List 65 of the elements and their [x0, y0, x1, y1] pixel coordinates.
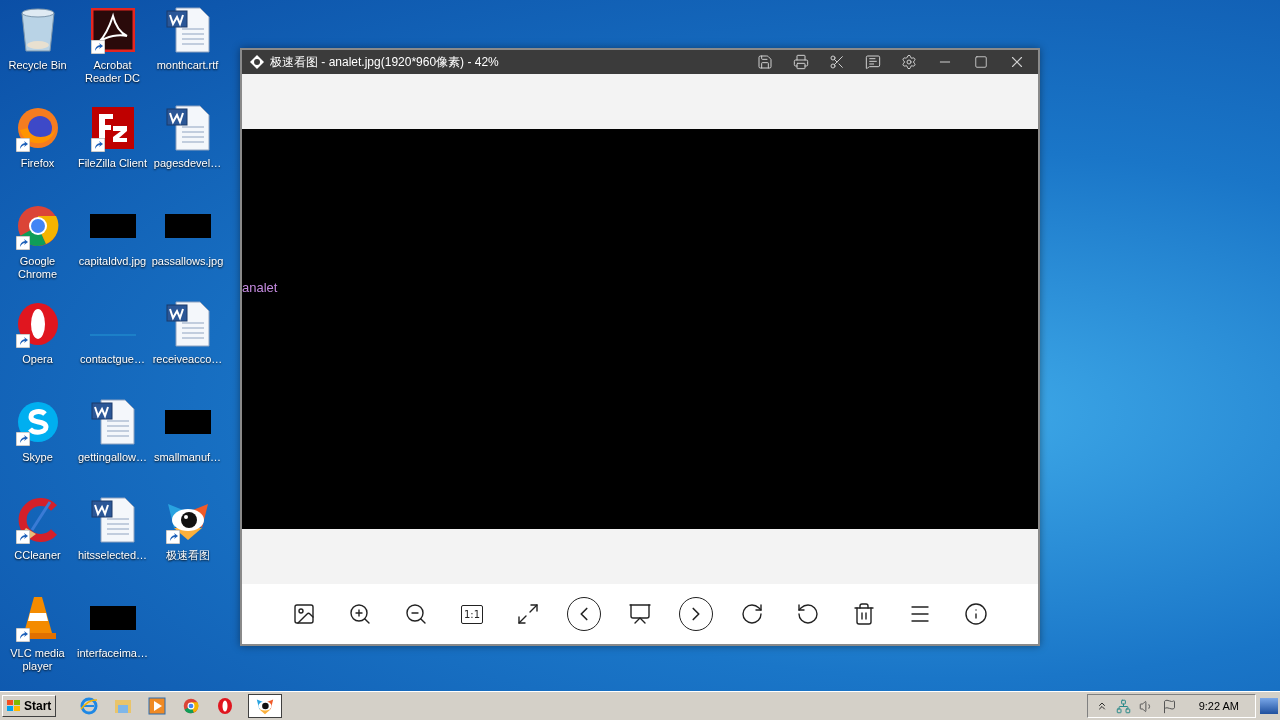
zoom-out-icon[interactable] [404, 602, 428, 626]
image-thumbnail-icon [89, 606, 136, 630]
rotate-counterclockwise-icon[interactable] [796, 602, 820, 626]
windows-logo-icon [6, 699, 22, 713]
rotate-clockwise-icon[interactable] [740, 602, 764, 626]
desktop-icon-label[interactable]: receiveacco… [152, 353, 223, 366]
chrome-icon [15, 204, 60, 248]
desktop-icon-label[interactable]: monthcart.rtf [156, 59, 219, 72]
image-thumbnail-icon [89, 214, 136, 238]
filezilla-icon [90, 106, 135, 150]
window-title: 极速看图 - analet.jpg(1920*960像素) - 42% [270, 53, 500, 71]
expand-arrows-icon[interactable] [516, 602, 540, 626]
desktop-icon-label[interactable]: VLC media player [10, 647, 65, 673]
printer-icon[interactable] [793, 54, 809, 70]
acrobat-icon [90, 8, 135, 52]
desktop-icon-label[interactable]: Firefox [20, 157, 55, 170]
show-desktop-button[interactable] [1260, 698, 1278, 714]
document-icon [165, 105, 210, 151]
document-icon [165, 301, 210, 347]
zoom-in-icon[interactable] [348, 602, 372, 626]
opera-icon[interactable] [217, 697, 233, 715]
clock: 9:22 AM [1198, 700, 1239, 712]
skype-icon [15, 400, 60, 444]
info-icon[interactable] [964, 602, 988, 626]
image-thumbnail-icon [164, 214, 211, 238]
maximize-icon[interactable] [974, 55, 988, 69]
desktop-icon-label[interactable]: pagesdevel… [153, 157, 222, 170]
desktop-icon-label[interactable]: CCleaner [14, 549, 61, 562]
desktop-icon-label[interactable]: Acrobat Reader DC [85, 59, 140, 85]
firefox-icon [15, 106, 60, 150]
save-icon[interactable] [757, 54, 773, 70]
desktop-icon-label[interactable]: contactgue… [80, 353, 145, 366]
media-player-icon[interactable] [148, 697, 166, 715]
desktop-icon-label[interactable]: smallmanuf… [153, 451, 222, 464]
slideshow-icon[interactable] [628, 602, 652, 626]
taskbar-button[interactable] [248, 694, 282, 718]
network-icon[interactable] [1115, 698, 1131, 714]
flag-icon[interactable] [1161, 698, 1177, 714]
opera-icon [15, 302, 60, 346]
document-icon [90, 399, 135, 445]
desktop-icon-label[interactable]: FileZilla Client [77, 157, 148, 170]
start-button[interactable]: Start [2, 695, 56, 717]
desktop-icon-label[interactable]: passallows.jpg [151, 255, 224, 268]
settings-icon[interactable] [901, 54, 917, 70]
desktop-icon-label[interactable]: hitsselected… [77, 549, 148, 562]
desktop-icon-label[interactable]: Skype [22, 451, 53, 464]
image-icon[interactable] [292, 602, 316, 626]
comment-icon[interactable] [865, 54, 881, 70]
document-icon [90, 497, 135, 543]
document-icon [165, 7, 210, 53]
eye-app-icon[interactable] [255, 697, 275, 715]
scissors-icon[interactable] [829, 54, 845, 70]
desktop-icon-label[interactable]: Opera [22, 353, 53, 366]
desktop-icon-label[interactable]: 极速看图 [165, 549, 210, 562]
chrome-icon[interactable] [183, 698, 199, 714]
app-logo-icon [250, 55, 264, 69]
actual-size-button[interactable]: 1:1 [460, 604, 484, 624]
desktop-icon-label[interactable]: interfaceima… [77, 647, 148, 660]
desktop-icon-label[interactable]: Recycle Bin [8, 59, 67, 72]
trash-icon[interactable] [852, 602, 876, 626]
image-alt-text: analet [242, 279, 278, 295]
desktop-icon-label[interactable]: capitaldvd.jpg [78, 255, 147, 268]
desktop-icon-label[interactable]: gettingallow… [77, 451, 148, 464]
desktop-icon-label[interactable]: Google Chrome [17, 255, 58, 281]
image-thumbnail-icon [164, 410, 211, 434]
